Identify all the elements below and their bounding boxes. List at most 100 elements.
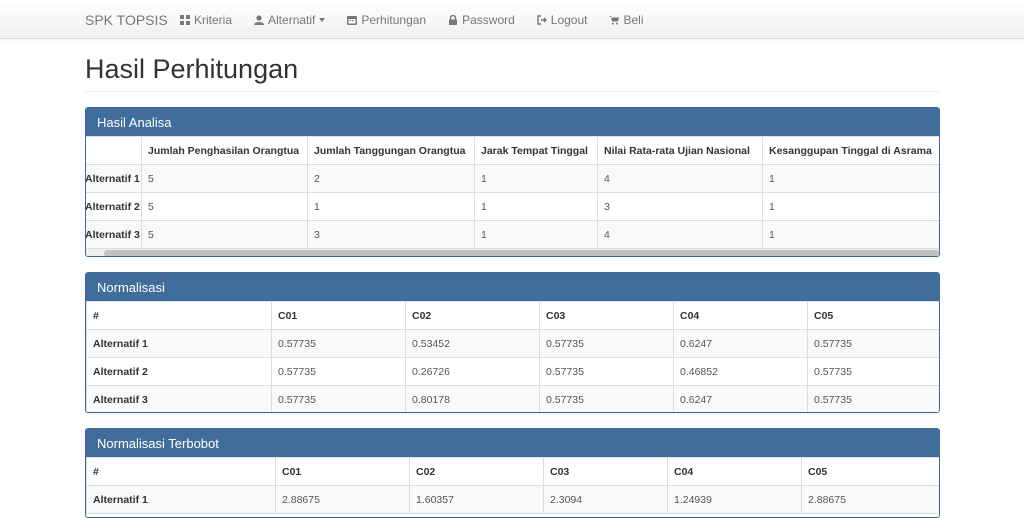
nav-item-label: Perhitungan	[361, 12, 427, 27]
table-cell: 0.57735	[539, 357, 674, 386]
table-header-row: Jumlah Penghasilan Orangtua Jumlah Tangg…	[86, 136, 939, 165]
panel-heading: Normalisasi Terbobot	[86, 429, 939, 457]
table-row: Alternatif 2 0.57735 0.26726 0.57735 0.4…	[86, 357, 939, 386]
table-cell: 1	[762, 192, 939, 221]
column-header: C05	[801, 457, 939, 486]
table-row: Alternatif 3 0.57735 0.80178 0.57735 0.6…	[86, 385, 939, 412]
table-cell: 2.88675	[801, 485, 939, 514]
th-icon	[180, 14, 190, 25]
nav-item-password[interactable]: Password	[448, 0, 515, 39]
table-header-row: # C01 C02 C03 C04 C05	[86, 457, 939, 486]
table-cell: 5	[141, 220, 308, 249]
normalisasi-table: # C01 C02 C03 C04 C05 Alternatif 1 0.577…	[86, 301, 939, 412]
nav-item-alternatif[interactable]: Alternatif	[254, 0, 326, 39]
column-header: C02	[409, 457, 544, 486]
panel-hasil-analisa: Hasil Analisa Jumlah Penghasilan Orangtu…	[85, 107, 940, 257]
table-cell: 0.57735	[807, 329, 939, 358]
nav-item-beli[interactable]: Beli	[609, 0, 644, 39]
table-cell: 2	[307, 164, 475, 193]
scrollbar-thumb[interactable]	[104, 250, 939, 256]
table-cell: 0.57735	[539, 385, 674, 412]
table-cell: 0.57735	[271, 357, 406, 386]
table-cell: 0.6247	[673, 385, 808, 412]
user-icon	[254, 14, 265, 25]
nav-item-logout[interactable]: Logout	[537, 0, 588, 39]
column-header: C02	[405, 301, 540, 330]
nav-item-label: Beli	[623, 12, 644, 27]
table-cell: 0.57735	[271, 385, 406, 412]
table-cell: 5	[141, 164, 308, 193]
table-cell: 4	[597, 164, 763, 193]
normalisasi-terbobot-table: # C01 C02 C03 C04 C05 Alternatif 1 2.886…	[86, 457, 939, 514]
column-header: C03	[543, 457, 668, 486]
table-row: Alternatif 1 0.57735 0.53452 0.57735 0.6…	[86, 329, 939, 358]
column-header: C04	[667, 457, 802, 486]
panel-heading: Normalisasi	[86, 273, 939, 301]
column-header: Nilai Rata-rata Ujian Nasional	[597, 136, 763, 165]
nav-menu: Kriteria Alternatif Perhitungan Password…	[180, 0, 666, 39]
table-cell: 0.6247	[673, 329, 808, 358]
table-row: Alternatif 1 5 2 1 4 1	[86, 164, 939, 193]
horizontal-scrollbar[interactable]	[86, 248, 939, 256]
table-cell: 0.46852	[673, 357, 808, 386]
table-cell: 2.88675	[275, 485, 410, 514]
panel-heading: Hasil Analisa	[86, 108, 939, 136]
column-header: C04	[673, 301, 808, 330]
row-label: Alternatif 3	[86, 220, 142, 249]
table-row: Alternatif 2 5 1 1 3 1	[86, 192, 939, 221]
table-cell: 4	[597, 220, 763, 249]
nav-item-kriteria[interactable]: Kriteria	[180, 0, 232, 39]
lock-icon	[449, 14, 458, 25]
column-header: #	[86, 457, 276, 486]
row-label: Alternatif 3	[86, 385, 272, 412]
table-cell: 0.26726	[405, 357, 540, 386]
table-cell: 1.60357	[409, 485, 544, 514]
table-cell: 0.57735	[539, 329, 674, 358]
logout-icon	[537, 14, 547, 25]
table-row: Alternatif 3 5 3 1 4 1	[86, 220, 939, 249]
table-cell: 3	[307, 220, 475, 249]
column-header: #	[86, 301, 272, 330]
title-divider	[85, 91, 940, 92]
nav-item-label: Logout	[550, 12, 588, 27]
column-header: C01	[271, 301, 406, 330]
table-cell: 0.57735	[807, 385, 939, 412]
table-cell: 0.57735	[807, 357, 939, 386]
table-cell: 1	[762, 164, 939, 193]
calendar-icon	[347, 15, 358, 25]
hasil-analisa-table: Jumlah Penghasilan Orangtua Jumlah Tangg…	[86, 136, 939, 249]
table-cell: 3	[597, 192, 763, 221]
table-cell: 1	[474, 192, 598, 221]
row-label: Alternatif 2	[86, 357, 272, 386]
table-cell: 0.53452	[405, 329, 540, 358]
navbar: SPK TOPSIS Kriteria Alternatif Perhitung…	[0, 0, 1024, 39]
table-header-row: # C01 C02 C03 C04 C05	[86, 301, 939, 330]
table-cell: 1.24939	[667, 485, 802, 514]
brand-link[interactable]: SPK TOPSIS	[85, 12, 168, 28]
nav-item-label: Kriteria	[194, 12, 233, 27]
panel-normalisasi-terbobot: Normalisasi Terbobot # C01 C02 C03 C04 C…	[85, 428, 940, 518]
column-header	[86, 136, 142, 165]
table-cell: 1	[762, 220, 939, 249]
table-scroll-container: Jumlah Penghasilan Orangtua Jumlah Tangg…	[86, 136, 939, 256]
column-header: Jarak Tempat Tinggal	[474, 136, 598, 165]
nav-item-label: Alternatif	[268, 12, 316, 27]
column-header: Kesanggupan Tinggal di Asrama	[762, 136, 939, 165]
table-cell: 2.3094	[543, 485, 668, 514]
row-label: Alternatif 1	[86, 329, 272, 358]
panel-normalisasi: Normalisasi # C01 C02 C03 C04 C05 Altern…	[85, 272, 940, 413]
nav-item-perhitungan[interactable]: Perhitungan	[347, 0, 426, 39]
cart-icon	[609, 15, 620, 25]
row-label: Alternatif 1	[86, 485, 276, 514]
page-title: Hasil Perhitungan	[85, 54, 299, 84]
row-label: Alternatif 1	[86, 164, 142, 193]
table-cell: 0.80178	[405, 385, 540, 412]
row-label: Alternatif 2	[86, 192, 142, 221]
column-header: C05	[807, 301, 939, 330]
column-header: C01	[275, 457, 410, 486]
table-cell: 1	[474, 220, 598, 249]
table-cell: 5	[141, 192, 308, 221]
table-cell: 1	[474, 164, 598, 193]
table-cell: 0.57735	[271, 329, 406, 358]
nav-item-label: Password	[462, 12, 515, 27]
